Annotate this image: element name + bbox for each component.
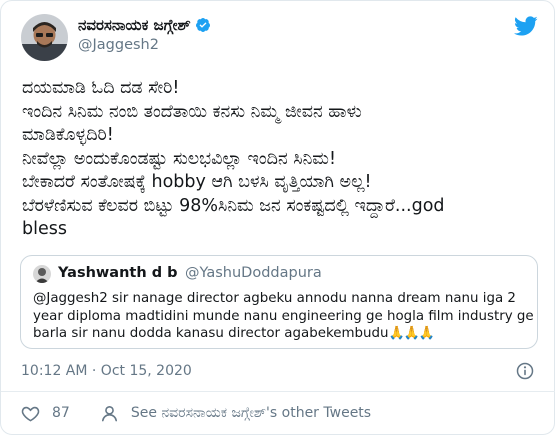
- like-count: 87: [52, 405, 70, 421]
- person-icon: [100, 404, 119, 423]
- tweet-body: ದಯಮಾಡಿ ಓದಿ ದಡ ಸೇರಿ! ಇಂದಿನ ಸಿನಿಮ ನಂಬಿ ತಂದ…: [22, 77, 542, 242]
- author-name-text: ನವರಸನಾಯಕ ಜಗ್ಗೇಶ್: [78, 16, 191, 34]
- divider: [1, 391, 555, 392]
- tweet-line: ಇಂದಿನ ಸಿನಿಮ ನಂಬಿ ತಂದೆತಾಯಿ ಕನಸು ನಿಮ್ಮ ಜೀವ…: [22, 101, 362, 122]
- action-bar: 87 See ನವರಸನಾಯಕ ಜಗ್ಗೇಶ್'s other Tweets: [21, 401, 371, 425]
- author-handle[interactable]: @Jaggesh2: [78, 37, 159, 53]
- author-avatar[interactable]: [21, 14, 68, 61]
- like-button[interactable]: 87: [21, 404, 70, 423]
- tweet-line: ದಯಮಾಡಿ ಓದಿ ದಡ ಸೇರಿ!: [22, 78, 180, 98]
- quoted-author-name: Yashwanth d b: [58, 265, 178, 281]
- quoted-author-avatar: [33, 265, 51, 283]
- tweet-line: ನೀವೆಲ್ಲಾ ಅಂದುಕೊಂಡಷ್ಟು ಸುಲಭವಿಲ್ಲಾ ಇಂದಿನ ಸ…: [22, 148, 336, 169]
- tweet-line: bless: [22, 219, 67, 239]
- twitter-bird-icon[interactable]: [514, 14, 538, 38]
- quoted-line: year diploma madtidini munde nanu engine…: [33, 308, 534, 324]
- quoted-tweet-body: @Jaggesh2 sir nanage director agbeku ann…: [33, 290, 534, 343]
- quoted-tweet[interactable]: Yashwanth d b @YashuDoddapura @Jaggesh2 …: [20, 255, 538, 349]
- other-tweets-label: See ನವರಸನಾಯಕ ಜಗ್ಗೇಶ್'s other Tweets: [130, 405, 372, 421]
- quoted-author-handle: @YashuDoddapura: [185, 265, 322, 281]
- quoted-line: @Jaggesh2 sir nanage director agbeku ann…: [33, 291, 516, 306]
- quoted-line: barla sir nanu dodda kanasu director aga…: [33, 325, 533, 343]
- heart-icon: [21, 404, 40, 423]
- info-icon[interactable]: [516, 362, 534, 380]
- tweet-line: ಮಾಡಿಕೊಳ್ಳದಿರಿ!: [22, 125, 114, 145]
- tweet-timestamp[interactable]: 10:12 AM · Oct 15, 2020: [21, 363, 192, 379]
- tweet-line: ಬೆರಳೆಣಿಸುವ ಕೆಲವರ ಬಿಟ್ಟು 98%ಸಿನಿಮ ಜನ ಸಂಕಷ…: [22, 195, 445, 216]
- tweet-card: ನವರಸನಾಯಕ ಜಗ್ಗೇಶ್ @Jaggesh2 ದಯಮಾಡಿ ಓದಿ ದಡ…: [0, 0, 555, 435]
- folded-hands-emoji: 🙏🙏🙏: [388, 326, 436, 341]
- tweet-line: ಬೇಕಾದರೆ ಸಂತೋಷಕ್ಕೆ hobby ಆಗಿ ಬಳಸಿ ವೃತ್ತಿಯ…: [22, 172, 372, 192]
- author-name[interactable]: ನವರಸನಾಯಕ ಜಗ್ಗೇಶ್: [78, 16, 211, 34]
- quoted-line-text: barla sir nanu dodda kanasu director aga…: [33, 326, 389, 341]
- verified-badge-icon: [195, 17, 211, 33]
- other-tweets-link[interactable]: See ನವರಸನಾಯಕ ಜಗ್ಗೇಶ್'s other Tweets: [100, 404, 371, 423]
